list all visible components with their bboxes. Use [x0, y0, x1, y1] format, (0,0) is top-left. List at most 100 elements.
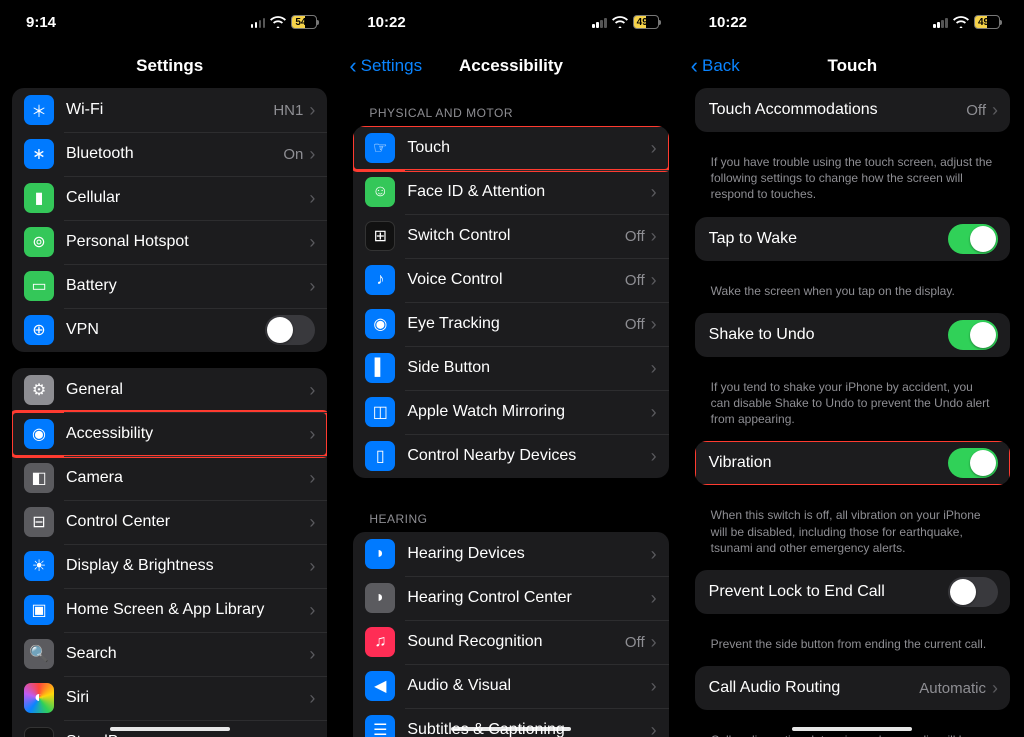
toggle-switch[interactable]	[948, 577, 998, 607]
personal-hotspot-row[interactable]: ⊚Personal Hotspot›	[12, 220, 327, 264]
row-label: Switch Control	[407, 227, 625, 245]
battery-indicator: 54	[291, 15, 317, 29]
control-nearby-devices-row[interactable]: ▯Control Nearby Devices›	[353, 434, 668, 478]
setting-footer: Prevent the side button from ending the …	[695, 630, 1010, 666]
touch-accommodations-row[interactable]: Touch AccommodationsOff›	[695, 88, 1010, 132]
chevron-right-icon: ›	[309, 469, 315, 487]
wi-fi-row[interactable]: ＊Wi-FiHN1›	[12, 88, 327, 132]
page-title: Accessibility	[459, 56, 563, 76]
row-label: Tap to Wake	[709, 230, 948, 248]
home-indicator[interactable]	[110, 727, 230, 731]
status-time: 9:14	[26, 14, 56, 31]
display-icon: ☀	[24, 551, 54, 581]
row-label: Hearing Devices	[407, 545, 650, 563]
faceid-icon: ☺	[365, 177, 395, 207]
wifi-icon	[270, 16, 286, 28]
setting-group: Vibration	[695, 441, 1010, 485]
touch-scroll[interactable]: Touch AccommodationsOff› If you have trou…	[683, 88, 1022, 737]
chevron-right-icon: ›	[651, 315, 657, 333]
chevron-right-icon: ›	[309, 733, 315, 737]
navbar: ‹ Settings Accessibility	[341, 44, 680, 88]
hearing-devices-row[interactable]: ◗Hearing Devices›	[353, 532, 668, 576]
back-label: Back	[702, 56, 740, 76]
call-audio-routing-row[interactable]: Call Audio RoutingAutomatic›	[695, 666, 1010, 710]
row-value: On	[283, 146, 303, 163]
status-bar: 10:22 49	[683, 0, 1022, 44]
navbar: Settings	[0, 44, 339, 88]
control-center-row[interactable]: ⊟Control Center›	[12, 500, 327, 544]
row-label: StandBy	[66, 733, 309, 737]
back-button[interactable]: ‹ Settings	[349, 44, 422, 88]
apple-watch-mirroring-row[interactable]: ◫ Apple Watch Mirroring›	[353, 390, 668, 434]
accessibility-scroll[interactable]: PHYSICAL AND MOTOR ☞Touch›☺Face ID & Att…	[341, 88, 680, 737]
chevron-right-icon: ›	[651, 359, 657, 377]
row-label: VPN	[66, 321, 265, 339]
audio-visual-row[interactable]: ◀Audio & Visual›	[353, 664, 668, 708]
shake-to-undo-row[interactable]: Shake to Undo	[695, 313, 1010, 357]
setting-group: Prevent Lock to End Call	[695, 570, 1010, 614]
cellular-icon: ▮	[24, 183, 54, 213]
vpn-row[interactable]: ⊕VPN	[12, 308, 327, 352]
chevron-right-icon: ›	[651, 721, 657, 737]
side-button-row[interactable]: ▌Side Button›	[353, 346, 668, 390]
toggle-switch[interactable]	[948, 320, 998, 350]
home-indicator[interactable]	[451, 727, 571, 731]
home-screen-app-library-row[interactable]: ▣Home Screen & App Library›	[12, 588, 327, 632]
voice-control-icon: ♪	[365, 265, 395, 295]
chevron-right-icon: ›	[309, 277, 315, 295]
battery-indicator: 49	[974, 15, 1000, 29]
chevron-right-icon: ›	[651, 227, 657, 245]
eye-tracking-row[interactable]: ◉Eye TrackingOff›	[353, 302, 668, 346]
toggle-switch[interactable]	[948, 448, 998, 478]
row-label: Call Audio Routing	[709, 679, 920, 697]
home-screen-icon: ▣	[24, 595, 54, 625]
row-label: Vibration	[709, 454, 948, 472]
accessibility-icon: ◉	[24, 419, 54, 449]
row-label: Apple Watch Mirroring	[407, 403, 650, 421]
audio-visual-icon: ◀	[365, 671, 395, 701]
sound-recognition-row[interactable]: ♫Sound RecognitionOff›	[353, 620, 668, 664]
siri-row[interactable]: ◐Siri›	[12, 676, 327, 720]
status-indicators: 54	[251, 15, 318, 29]
prevent-lock-to-end-call-row[interactable]: Prevent Lock to End Call	[695, 570, 1010, 614]
search-row[interactable]: 🔍Search›	[12, 632, 327, 676]
hearing-control-center-row[interactable]: ◗Hearing Control Center›	[353, 576, 668, 620]
eye-tracking-icon: ◉	[365, 309, 395, 339]
setting-footer: If you have trouble using the touch scre…	[695, 148, 1010, 217]
settings-scroll[interactable]: ＊Wi-FiHN1›∗BluetoothOn› ▮ Cellular › ⊚Person…	[0, 88, 339, 737]
subtitles-captioning-row[interactable]: ☰Subtitles & Captioning›	[353, 708, 668, 737]
accessibility-panel: 10:22 49 ‹ Settings Accessibility PHYSIC…	[341, 0, 682, 737]
back-button[interactable]: ‹ Back	[691, 44, 740, 88]
voice-control-row[interactable]: ♪Voice ControlOff›	[353, 258, 668, 302]
vibration-row[interactable]: Vibration	[695, 441, 1010, 485]
chevron-right-icon: ›	[651, 403, 657, 421]
sound-recognition-icon: ♫	[365, 627, 395, 657]
general-row[interactable]: ⚙General›	[12, 368, 327, 412]
row-label: Audio & Visual	[407, 677, 650, 695]
settings-panel: 9:14 54 Settings ＊Wi-FiHN1›∗BluetoothOn›…	[0, 0, 341, 737]
touch-row[interactable]: ☞Touch›	[353, 126, 668, 170]
row-label: Sound Recognition	[407, 633, 625, 651]
toggle-switch[interactable]	[948, 224, 998, 254]
accessibility-row[interactable]: ◉Accessibility›	[12, 412, 327, 456]
watch-mirroring-icon: ◫	[365, 397, 395, 427]
section-header-physical: PHYSICAL AND MOTOR	[353, 88, 668, 126]
row-label: Battery	[66, 277, 309, 295]
tap-to-wake-row[interactable]: Tap to Wake	[695, 217, 1010, 261]
display-brightness-row[interactable]: ☀Display & Brightness›	[12, 544, 327, 588]
row-label: Siri	[66, 689, 309, 707]
switch-control-row[interactable]: ⊞Switch ControlOff›	[353, 214, 668, 258]
bluetooth-row[interactable]: ∗BluetoothOn›	[12, 132, 327, 176]
home-indicator[interactable]	[792, 727, 912, 731]
battery-row[interactable]: ▭Battery›	[12, 264, 327, 308]
toggle-switch[interactable]	[265, 315, 315, 345]
camera-row[interactable]: ◧Camera›	[12, 456, 327, 500]
cellular-row[interactable]: ▮Cellular›	[12, 176, 327, 220]
battery-indicator: 49	[633, 15, 659, 29]
control-center-icon: ⊟	[24, 507, 54, 537]
row-label: Camera	[66, 469, 309, 487]
row-label: Home Screen & App Library	[66, 601, 309, 619]
row-label: Cellular	[66, 189, 309, 207]
hotspot-icon: ⊚	[24, 227, 54, 257]
face-id-attention-row[interactable]: ☺Face ID & Attention›	[353, 170, 668, 214]
